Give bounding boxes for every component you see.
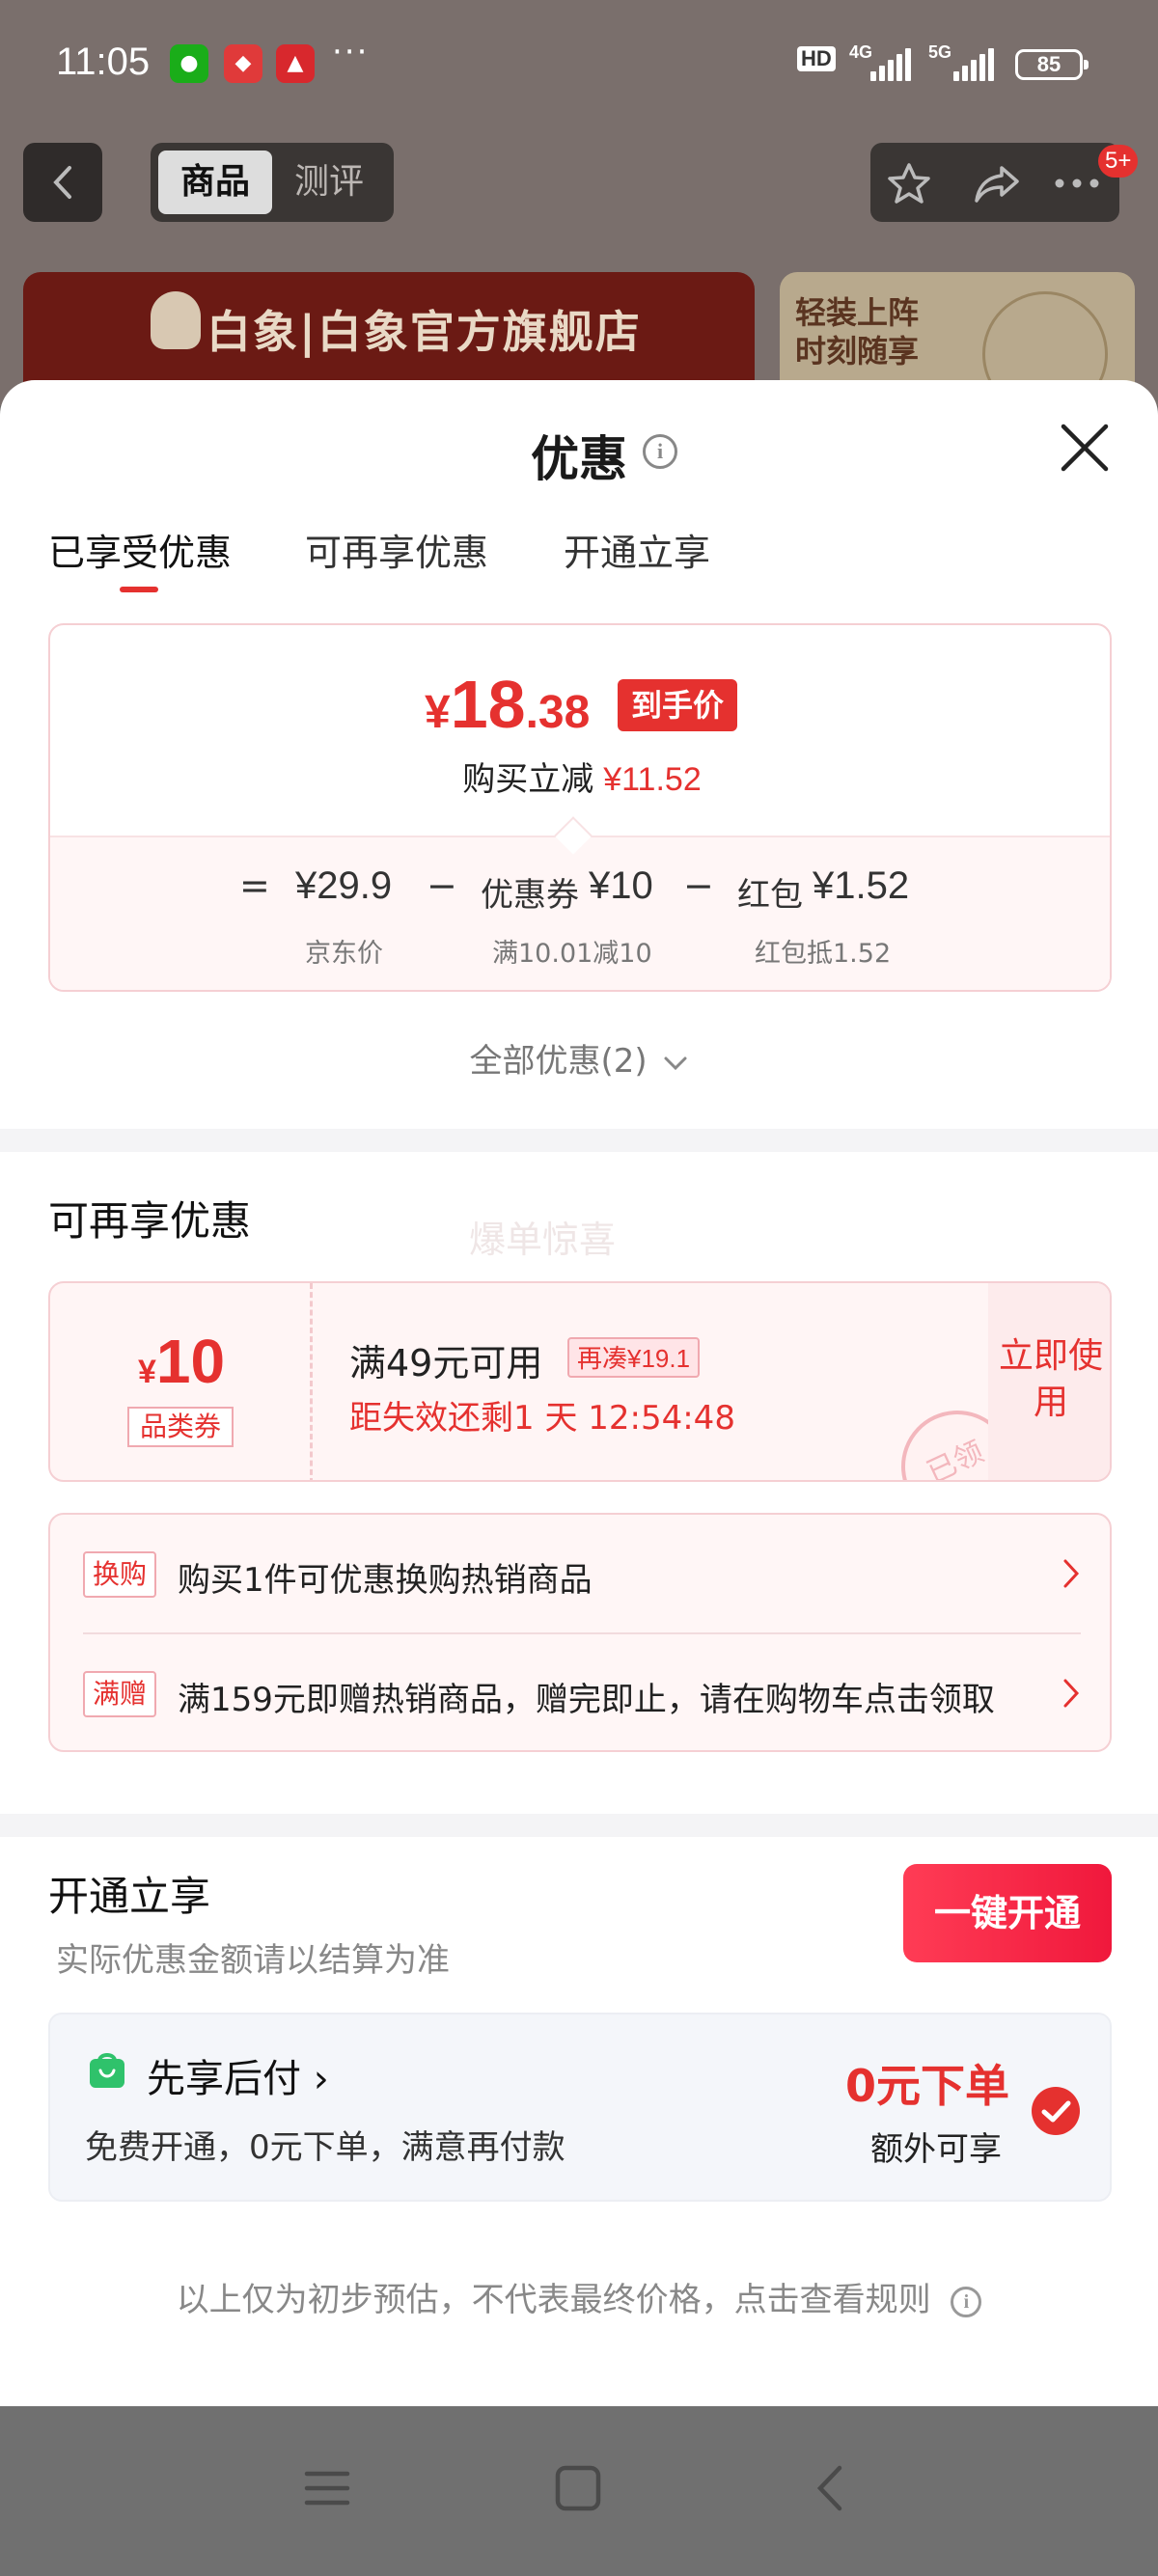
coupon-number: 10	[155, 1327, 226, 1396]
coupon-condition-text: 满49元可用	[349, 1342, 543, 1384]
price-integer: 18	[450, 667, 526, 742]
redpacket-condition: 红包抵1.52	[755, 939, 892, 969]
redpacket-label: 红包	[737, 876, 803, 915]
promo-item-exchange[interactable]: 换购 购买1件可优惠换购热销商品	[50, 1515, 1110, 1634]
extra-benefit-label: 额外可享	[870, 2130, 1002, 2169]
info-icon: i	[951, 2286, 982, 2317]
reduction-amount: ¥11.52	[603, 761, 702, 798]
sheet-title: 优惠	[531, 431, 627, 487]
check-circle-icon[interactable]	[1031, 2086, 1081, 2136]
elephant-logo-icon	[151, 291, 201, 349]
coupon-condition: 满10.01减10	[492, 939, 652, 969]
background-page: 11:05 ● ◆ ▲ ··· HD 4G 5G 85 商品 测评 5+ 白象|…	[0, 0, 1158, 426]
promo-tag: 换购	[83, 1551, 157, 1598]
redpacket-value: ¥1.52	[813, 864, 910, 907]
promo-tag: 满赠	[83, 1671, 157, 1717]
price-decimal: .38	[525, 687, 591, 738]
use-now-button[interactable]: 立即使用	[988, 1283, 1110, 1480]
jd-price: ¥29.9	[295, 864, 393, 907]
promo-text: 满159元即赠热销商品，赠完即止，请在购物车点击领取	[178, 1681, 995, 1719]
jd-price-label: 京东价	[305, 939, 383, 969]
one-click-open-button[interactable]: 一键开通	[903, 1864, 1112, 1962]
home-icon[interactable]	[554, 2464, 602, 2512]
tab-more-offers[interactable]: 可再享优惠	[305, 523, 488, 576]
promo-banner-text: 轻装上阵 时刻随享	[795, 294, 920, 370]
discount-sheet: 优惠 i 已享受优惠 可再享优惠 开通立享 ¥18.38 到手价 购买立减 ¥11…	[0, 380, 1158, 2406]
price-formula: = ¥29.9 − 优惠券 ¥10 − 红包 ¥1.52	[50, 864, 1110, 922]
signal-icon-2	[953, 48, 996, 81]
promo-list: 换购 购买1件可优惠换购热销商品 满赠 满159元即赠热销商品，赠完即止，请在购…	[48, 1513, 1112, 1752]
more-notifications-icon: ···	[332, 33, 370, 71]
zero-order-label: 0元下单	[845, 2060, 1010, 2112]
coupon-card: ¥10 品类券 满49元可用 再凑¥19.1 距失效还剩1 天 12:54:48…	[48, 1281, 1112, 1482]
coupon-amount: ¥10	[50, 1326, 313, 1397]
app-notification-icon: ◆	[224, 44, 262, 83]
pay-later-card[interactable]: 先享后付 › 免费开通，0元下单，满意再付款 0元下单 额外可享	[48, 2013, 1112, 2202]
signal-icon	[870, 48, 913, 81]
tab-open-enjoy[interactable]: 开通立享	[564, 523, 710, 576]
disclaimer-text: 以上仅为初步预估，不代表最终价格，点击查看规则	[176, 2281, 931, 2319]
more-icon[interactable]	[1050, 162, 1104, 205]
coupon-countdown: 距失效还剩1 天 12:54:48	[349, 1399, 735, 1438]
product-review-switch: 商品 测评	[151, 143, 394, 222]
star-icon[interactable]	[886, 162, 932, 205]
info-icon[interactable]: i	[643, 434, 677, 469]
minus-sign: −	[427, 864, 457, 907]
coupon-value-area: ¥10 品类券	[50, 1283, 313, 1480]
instant-reduction: 购买立减 ¥11.52	[50, 753, 1110, 800]
close-icon[interactable]	[1058, 421, 1112, 475]
network-5g-label: 5G	[928, 42, 952, 62]
coupon-gap-tag: 再凑¥19.1	[567, 1337, 701, 1378]
price-disclaimer[interactable]: 以上仅为初步预估，不代表最终价格，点击查看规则 i	[0, 2273, 1158, 2320]
chevron-down-icon	[664, 1056, 687, 1070]
final-price: ¥18.38	[425, 666, 590, 743]
section-divider-2	[0, 1814, 1158, 1837]
back-button[interactable]	[23, 143, 102, 222]
coupon-yen: ¥	[137, 1354, 156, 1390]
all-offers-toggle[interactable]: 全部优惠(2)	[0, 1034, 1158, 1082]
pay-later-desc: 免费开通，0元下单，满意再付款	[85, 2128, 565, 2167]
back-icon[interactable]	[811, 2464, 849, 2512]
battery-icon: 85	[1015, 49, 1089, 80]
equals-sign: =	[239, 864, 270, 907]
open-section-subtitle: 实际优惠金额请以结算为准	[56, 1941, 450, 1980]
coupon-value: ¥10	[589, 864, 653, 907]
shopping-bag-icon	[90, 2053, 124, 2088]
watermark-text: 爆单惊喜	[469, 1219, 617, 1261]
promo-item-gift[interactable]: 满赠 满159元即赠热销商品，赠完即止，请在购物车点击领取	[50, 1634, 1110, 1750]
coupon-type-tag: 品类券	[127, 1407, 234, 1447]
reduction-label: 购买立减	[462, 760, 594, 799]
header-tools	[870, 143, 1119, 222]
tab-enjoyed[interactable]: 已享受优惠	[48, 523, 232, 576]
open-section-title: 开通立享	[48, 1873, 211, 1920]
tab-product[interactable]: 商品	[158, 151, 272, 214]
share-icon[interactable]	[973, 162, 1021, 205]
notification-badge: 5+	[1098, 145, 1139, 178]
price-breakdown-card: ¥18.38 到手价 购买立减 ¥11.52 = ¥29.9 − 优惠券 ¥10 …	[48, 623, 1112, 992]
system-navigation-bar	[0, 2406, 1158, 2576]
chevron-left-icon	[53, 166, 71, 199]
section-divider	[0, 1129, 1158, 1152]
chevron-right-icon	[1063, 1679, 1080, 1708]
tab-review[interactable]: 测评	[272, 151, 386, 214]
pay-later-title: 先享后付 ›	[147, 2057, 329, 2101]
chevron-right-icon	[1063, 1559, 1080, 1588]
status-bar: 11:05 ● ◆ ▲ ··· HD 4G 5G 85	[0, 0, 1158, 125]
menu-icon[interactable]	[303, 2464, 351, 2512]
wechat-icon: ●	[170, 44, 208, 83]
network-4g-label: 4G	[849, 42, 873, 62]
all-offers-label: 全部优惠(2)	[469, 1042, 648, 1081]
active-tab-indicator	[120, 587, 158, 592]
final-price-badge: 到手价	[618, 679, 738, 731]
clock: 11:05	[56, 41, 151, 83]
minus-sign-2: −	[683, 864, 714, 907]
promo-text: 购买1件可优惠换购热销商品	[178, 1561, 593, 1600]
store-name: 白象|白象官方旗舰店	[207, 306, 642, 358]
coupon-label: 优惠券	[481, 876, 579, 915]
more-offers-title: 可再享优惠	[48, 1197, 252, 1245]
zhide-icon: ▲	[276, 44, 315, 83]
hd-indicator: HD	[797, 46, 836, 71]
currency-symbol: ¥	[425, 687, 451, 738]
